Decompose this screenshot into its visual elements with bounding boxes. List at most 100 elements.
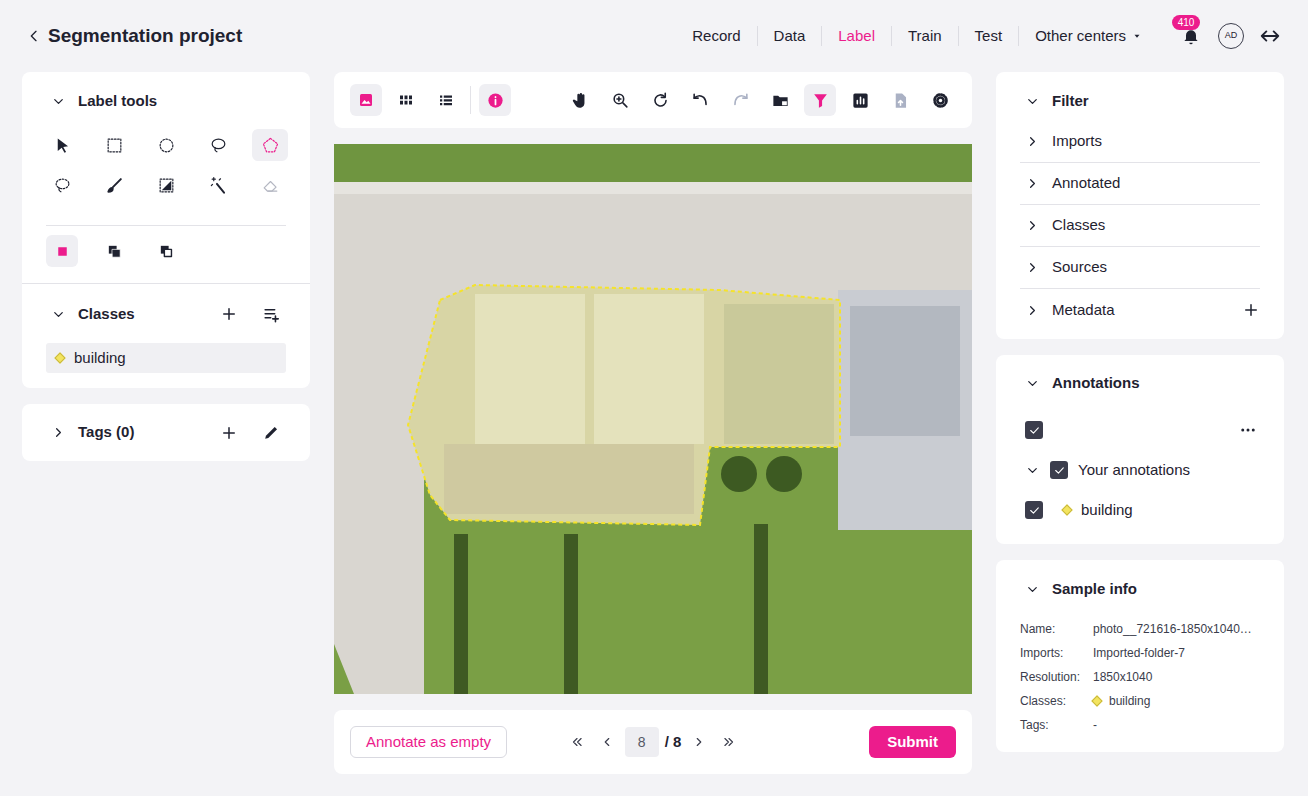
other-centers-menu[interactable]: Other centers (1018, 26, 1158, 46)
image-canvas[interactable] (334, 144, 972, 694)
expand-toggle[interactable] (1024, 375, 1040, 391)
toolbar-button[interactable] (924, 84, 956, 116)
back-button[interactable] (26, 26, 42, 46)
draw-mode[interactable] (96, 235, 132, 267)
info-key: Classes: (1020, 692, 1093, 710)
draw-mode[interactable] (44, 235, 80, 267)
label-tool[interactable] (252, 169, 288, 201)
label-tool[interactable] (148, 169, 184, 201)
dashed-lasso-icon (53, 176, 72, 195)
button-state (571, 91, 590, 110)
photo (334, 144, 972, 694)
expand-toggle[interactable] (1024, 93, 1040, 109)
toolbar-button[interactable] (724, 84, 756, 116)
annotation-item[interactable]: building (1020, 490, 1260, 530)
image-icon (357, 91, 375, 109)
back-icon (26, 28, 42, 44)
chevron-down-icon (1025, 376, 1040, 391)
expand-toggle[interactable] (1024, 581, 1040, 597)
tool-state (261, 136, 280, 155)
eraser-icon (261, 176, 280, 195)
expand-toggle[interactable] (50, 425, 66, 441)
info-button[interactable] (479, 84, 511, 116)
nav-tab[interactable]: Train (891, 26, 958, 46)
expand-toggle[interactable] (1024, 218, 1040, 234)
chevron-right-icon (51, 425, 66, 440)
value-cell: photo__721616-1850x1040… (1093, 620, 1252, 638)
class-list-button[interactable] (260, 303, 282, 325)
tool-state (209, 136, 228, 155)
view-mode-button[interactable] (430, 84, 462, 116)
edit-tags-button[interactable] (260, 422, 282, 444)
expand-toggle[interactable] (1024, 260, 1040, 276)
expand-toggle[interactable] (1024, 176, 1040, 192)
more-button[interactable] (1236, 418, 1260, 442)
filter-item[interactable]: Sources (1020, 247, 1260, 289)
filter-item[interactable]: Imports (1020, 121, 1260, 163)
submit-button[interactable]: Submit (869, 726, 956, 758)
nav-tab[interactable]: Test (958, 26, 1019, 46)
checkbox[interactable] (1025, 421, 1043, 439)
toolbar-button[interactable] (804, 84, 836, 116)
page-total: / 8 (665, 731, 682, 754)
nav-tab[interactable]: Label (821, 26, 891, 46)
expand-horizontal-icon (1259, 25, 1281, 47)
expand-toggle[interactable] (1024, 462, 1040, 478)
filter-item[interactable]: Annotated (1020, 163, 1260, 205)
info-row: Tags:- (1020, 713, 1260, 737)
label-tool[interactable] (96, 129, 132, 161)
toolbar-button[interactable] (764, 84, 796, 116)
toolbar-button[interactable] (604, 84, 636, 116)
label-tool[interactable] (200, 169, 236, 201)
toolbar-button[interactable] (884, 84, 916, 116)
nav-tab[interactable]: Record (676, 26, 756, 46)
first-page-button[interactable] (565, 728, 589, 756)
notifications[interactable]: 410 (1180, 25, 1202, 47)
filter-label: Sources (1052, 256, 1107, 279)
last-page-button[interactable] (717, 728, 741, 756)
info-value: Imported-folder-7 (1093, 646, 1185, 660)
label-tool[interactable] (252, 129, 288, 161)
chevron-right-icon (1025, 176, 1040, 191)
annotation-group[interactable]: Your annotations (1020, 450, 1260, 490)
expand-toggle[interactable] (50, 306, 66, 322)
checkbox[interactable] (1050, 461, 1068, 479)
view-mode-button[interactable] (350, 84, 382, 116)
toolbar-button[interactable] (564, 84, 596, 116)
add-tag-button[interactable] (218, 422, 240, 444)
label-tool[interactable] (96, 169, 132, 201)
card-title: Sample info (1052, 578, 1137, 601)
info-key: Resolution: (1020, 668, 1093, 686)
next-page-button[interactable] (687, 728, 711, 756)
expand-toggle[interactable] (1024, 302, 1040, 318)
group-label: Your annotations (1078, 459, 1190, 482)
menu-label: Other centers (1035, 26, 1126, 46)
expand-button[interactable] (1258, 24, 1282, 48)
avatar[interactable]: AD (1218, 23, 1244, 49)
annotate-empty-button[interactable]: Annotate as empty (350, 726, 507, 758)
view-mode-button[interactable] (390, 84, 422, 116)
filter-item[interactable]: Metadata (1020, 289, 1260, 331)
toolbar-button[interactable] (644, 84, 676, 116)
add-class-button[interactable] (218, 303, 240, 325)
button-state (811, 91, 830, 110)
toolbar-button[interactable] (844, 84, 876, 116)
page-input[interactable]: 8 (625, 727, 659, 757)
checkbox[interactable] (1025, 501, 1043, 519)
annotation-label: building (1081, 499, 1133, 522)
expand-toggle[interactable] (50, 93, 66, 109)
info-icon (486, 91, 505, 110)
expand-toggle[interactable] (1024, 134, 1040, 150)
tags-card: Tags (0) (22, 404, 310, 461)
label-tool[interactable] (44, 129, 80, 161)
prev-page-button[interactable] (595, 728, 619, 756)
draw-mode[interactable] (148, 235, 184, 267)
toolbar-button[interactable] (684, 84, 716, 116)
nav-tab[interactable]: Data (757, 26, 822, 46)
label-tool[interactable] (148, 129, 184, 161)
class-item[interactable]: building (46, 343, 286, 373)
label-tool[interactable] (44, 169, 80, 201)
filter-item[interactable]: Classes (1020, 205, 1260, 247)
check-icon (1028, 424, 1041, 437)
label-tool[interactable] (200, 129, 236, 161)
